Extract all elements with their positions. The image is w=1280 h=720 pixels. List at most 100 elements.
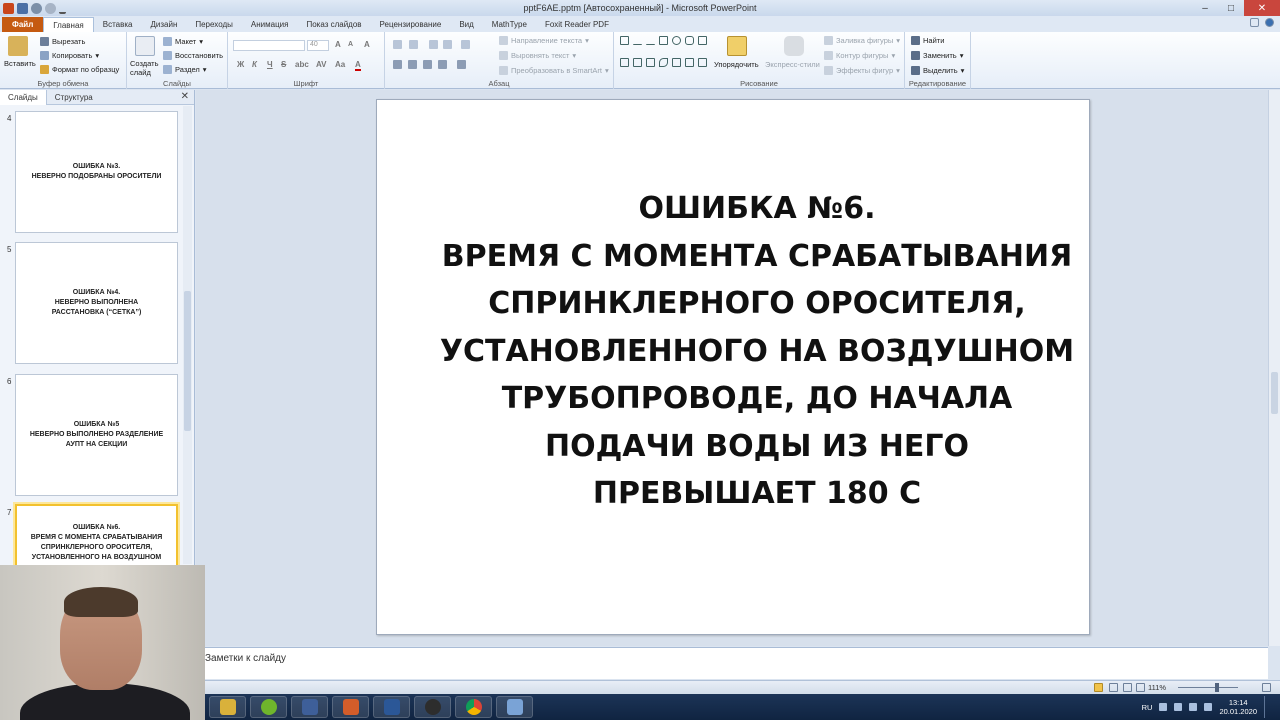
zoom-slider[interactable] xyxy=(1178,687,1238,688)
grow-font-icon[interactable]: A xyxy=(335,40,341,49)
slides-panel-scroll-thumb[interactable] xyxy=(184,291,191,431)
decrease-indent-icon[interactable] xyxy=(429,40,438,49)
arrange-icon[interactable] xyxy=(727,36,747,56)
taskbar-app[interactable] xyxy=(250,696,287,718)
tray-arrow-icon[interactable] xyxy=(1159,703,1168,711)
clock[interactable]: 13:14 20.01.2020 xyxy=(1219,698,1257,716)
tab-mathtype[interactable]: MathType xyxy=(483,17,536,32)
reading-view-icon[interactable] xyxy=(1123,683,1132,692)
paste-icon[interactable] xyxy=(8,36,28,56)
reset-button[interactable]: Восстановить xyxy=(163,51,223,60)
slides-panel-scrollbar[interactable] xyxy=(183,106,192,564)
italic-button[interactable]: К xyxy=(252,60,257,69)
taskbar-app[interactable] xyxy=(496,696,533,718)
shape-outline-button[interactable]: Контур фигуры ▾ xyxy=(824,51,895,60)
volume-icon[interactable] xyxy=(1204,703,1213,711)
font-color-button[interactable]: A xyxy=(355,60,361,71)
section-button[interactable]: Раздел ▾ xyxy=(163,65,207,74)
font-family-combo[interactable] xyxy=(233,40,305,51)
tab-review[interactable]: Рецензирование xyxy=(371,17,451,32)
select-button[interactable]: Выделить ▾ xyxy=(911,66,964,75)
align-left-icon[interactable] xyxy=(393,60,402,69)
normal-view-icon[interactable] xyxy=(1094,683,1103,692)
justify-icon[interactable] xyxy=(438,60,447,69)
new-slide-button[interactable]: Создать слайд xyxy=(130,59,162,77)
format-painter-button[interactable]: Формат по образцу xyxy=(40,65,119,74)
taskbar-app[interactable] xyxy=(373,696,410,718)
tab-foxit-pdf[interactable]: Foxit Reader PDF xyxy=(536,17,618,32)
shape-fill-button[interactable]: Заливка фигуры ▾ xyxy=(824,36,900,45)
underline-button[interactable]: Ч xyxy=(267,60,273,69)
line-spacing-icon[interactable] xyxy=(461,40,470,49)
taskbar-app[interactable] xyxy=(414,696,451,718)
tab-design[interactable]: Дизайн xyxy=(141,17,186,32)
copy-button[interactable]: Копировать ▾ xyxy=(40,51,99,60)
network-icon[interactable] xyxy=(1189,703,1198,711)
tab-slideshow[interactable]: Показ слайдов xyxy=(297,17,370,32)
clear-format-icon[interactable]: A xyxy=(364,40,370,49)
text-direction-button[interactable]: Направление текста ▾ xyxy=(499,36,589,45)
shadow-button[interactable]: abc xyxy=(295,60,309,69)
notes-pane[interactable]: Заметки к слайду xyxy=(196,647,1268,679)
minimize-button[interactable]: – xyxy=(1192,0,1218,16)
columns-icon[interactable] xyxy=(457,60,466,69)
find-button[interactable]: Найти xyxy=(911,36,944,45)
taskbar-app[interactable] xyxy=(455,696,492,718)
strikethrough-button[interactable]: S xyxy=(281,60,286,69)
ribbon-minimize-icon[interactable] xyxy=(1250,18,1259,27)
align-right-icon[interactable] xyxy=(423,60,432,69)
spacing-button[interactable]: AV xyxy=(316,60,327,69)
maximize-button[interactable]: □ xyxy=(1218,0,1244,16)
workspace-scrollbar[interactable] xyxy=(1268,90,1280,646)
help-icon[interactable] xyxy=(1265,18,1274,27)
close-panel-icon[interactable]: ✕ xyxy=(181,91,189,102)
shapes-gallery[interactable] xyxy=(620,36,708,76)
slide-thumbnail[interactable]: ОШИБКА №4. НЕВЕРНО ВЫПОЛНЕНА РАССТАНОВКА… xyxy=(15,242,178,364)
slide-title-text[interactable]: ОШИБКА №6. ВРЕМЯ С МОМЕНТА СРАБАТЫВАНИЯ … xyxy=(417,185,1097,518)
tab-file[interactable]: Файл xyxy=(2,17,44,32)
quick-styles-button[interactable]: Экспресс-стили xyxy=(765,60,820,69)
close-button[interactable]: ✕ xyxy=(1244,0,1280,16)
bold-button[interactable]: Ж xyxy=(237,60,244,69)
tab-view[interactable]: Вид xyxy=(450,17,482,32)
slideshow-view-icon[interactable] xyxy=(1136,683,1145,692)
taskbar-app[interactable] xyxy=(291,696,328,718)
save-icon[interactable] xyxy=(17,2,28,14)
smartart-button[interactable]: Преобразовать в SmartArt ▾ xyxy=(499,66,609,75)
replace-button[interactable]: Заменить ▾ xyxy=(911,51,963,60)
taskbar-app[interactable] xyxy=(332,696,369,718)
undo-icon[interactable] xyxy=(31,2,42,14)
font-size-combo[interactable]: 40 xyxy=(307,40,329,51)
numbering-icon[interactable] xyxy=(409,40,418,49)
slide-thumbnail[interactable]: ОШИБКА №5 НЕВЕРНО ВЫПОЛНЕНО РАЗДЕЛЕНИЕ А… xyxy=(15,374,178,496)
workspace-scroll-thumb[interactable] xyxy=(1271,372,1278,414)
zoom-level[interactable]: 111% xyxy=(1148,683,1166,692)
paste-button[interactable]: Вставить xyxy=(4,59,36,68)
cut-button[interactable]: Вырезать xyxy=(40,37,85,46)
shape-effects-button[interactable]: Эффекты фигур ▾ xyxy=(824,66,900,75)
slide-canvas[interactable]: ОШИБКА №6. ВРЕМЯ С МОМЕНТА СРАБАТЫВАНИЯ … xyxy=(376,99,1090,635)
redo-icon[interactable] xyxy=(45,2,56,14)
tab-outline[interactable]: Структура xyxy=(47,90,101,105)
fit-slide-icon[interactable] xyxy=(1262,683,1271,692)
tab-transitions[interactable]: Переходы xyxy=(186,17,242,32)
zoom-slider-knob[interactable] xyxy=(1215,683,1219,692)
slide-thumbnail[interactable]: ОШИБКА №3. НЕВЕРНО ПОДОБРАНЫ ОРОСИТЕЛИ xyxy=(15,111,178,233)
tray-flag-icon[interactable] xyxy=(1174,703,1183,711)
customize-qat-icon[interactable] xyxy=(59,3,66,14)
tab-insert[interactable]: Вставка xyxy=(94,17,142,32)
case-button[interactable]: Aa xyxy=(335,60,345,69)
increase-indent-icon[interactable] xyxy=(443,40,452,49)
sorter-view-icon[interactable] xyxy=(1109,683,1118,692)
tab-animation[interactable]: Анимация xyxy=(242,17,298,32)
tab-home[interactable]: Главная xyxy=(43,17,94,32)
show-desktop-button[interactable] xyxy=(1264,696,1272,718)
new-slide-icon[interactable] xyxy=(135,36,155,56)
tab-slides[interactable]: Слайды xyxy=(0,89,47,105)
language-indicator[interactable]: RU xyxy=(1142,703,1153,712)
align-text-button[interactable]: Выровнять текст ▾ xyxy=(499,51,576,60)
arrange-button[interactable]: Упорядочить xyxy=(714,60,759,69)
shrink-font-icon[interactable]: A xyxy=(348,41,353,48)
align-center-icon[interactable] xyxy=(408,60,417,69)
taskbar-app[interactable] xyxy=(209,696,246,718)
